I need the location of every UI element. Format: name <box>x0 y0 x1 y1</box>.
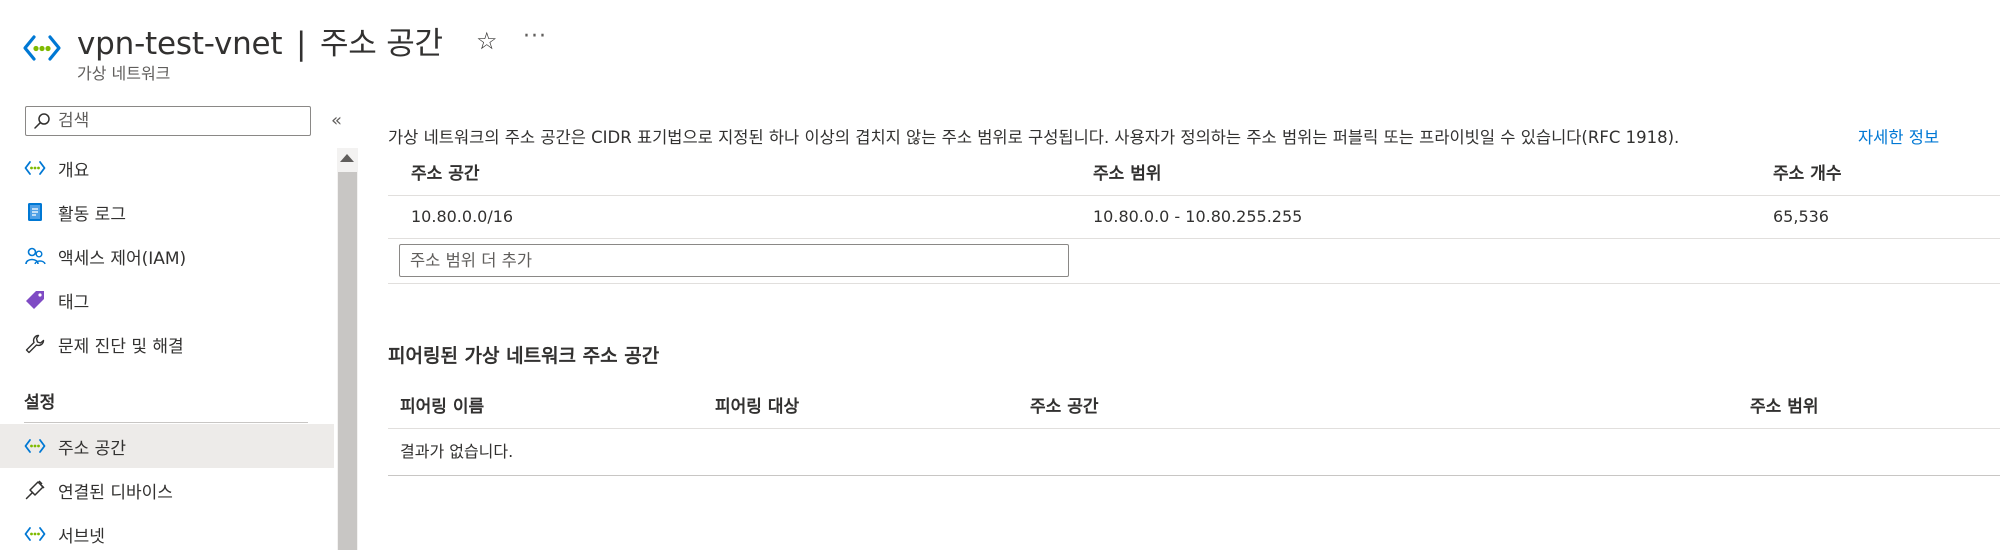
vnet-icon <box>23 35 61 61</box>
table-divider <box>388 475 2000 476</box>
sidebar-item-label: 태그 <box>58 292 90 313</box>
section-header-settings: 설정 <box>24 393 56 413</box>
sidebar-item-label: 개요 <box>58 160 90 181</box>
cell-address-count: 65,536 <box>1773 207 1829 226</box>
intro-text: 가상 네트워크의 주소 공간은 CIDR 표기법으로 지정된 하나 이상의 겹치… <box>388 128 1680 147</box>
search-icon <box>34 113 50 129</box>
sidebar-item-diagnose[interactable]: 문제 진단 및 해결 <box>0 322 334 366</box>
vnet-icon <box>24 439 46 453</box>
iam-icon <box>25 247 46 265</box>
sidebar-item-activity-log[interactable]: 활동 로그 <box>0 190 334 234</box>
peered-section-title: 피어링된 가상 네트워크 주소 공간 <box>388 345 660 367</box>
column-header-address-space: 주소 공간 <box>411 164 480 184</box>
sidebar-item-subnets[interactable]: 서브넷 <box>0 512 334 556</box>
table-divider <box>388 238 2000 239</box>
sidebar-scroll-thumb[interactable] <box>338 172 357 550</box>
favorite-star-icon[interactable]: ☆ <box>476 27 498 55</box>
column-header-address-count: 주소 개수 <box>1773 164 1842 184</box>
add-address-range-input[interactable] <box>410 247 1060 274</box>
sidebar-item-label: 문제 진단 및 해결 <box>58 336 184 357</box>
page-title: vpn-test-vnet | 주소 공간 <box>77 18 443 63</box>
sidebar-item-iam[interactable]: 액세스 제어(IAM) <box>0 234 334 278</box>
resource-name: vpn-test-vnet <box>77 26 283 62</box>
column-header-peered-address-range: 주소 범위 <box>1750 397 1819 417</box>
sidebar-item-overview[interactable]: 개요 <box>0 146 334 190</box>
cell-address-range: 10.80.0.0 - 10.80.255.255 <box>1093 207 1303 226</box>
section-divider <box>24 422 308 423</box>
sidebar-item-label: 활동 로그 <box>58 204 126 225</box>
activity-log-icon <box>28 203 42 221</box>
blade-name: 주소 공간 <box>319 26 443 62</box>
sidebar-search-input[interactable] <box>58 108 304 134</box>
sidebar-item-label: 주소 공간 <box>58 438 126 459</box>
cell-address-space: 10.80.0.0/16 <box>411 207 514 226</box>
resource-type: 가상 네트워크 <box>77 64 171 83</box>
sidebar-item-address-space[interactable]: 주소 공간 <box>0 424 334 468</box>
table-divider <box>388 428 2000 429</box>
sidebar-item-label: 연결된 디바이스 <box>58 482 173 503</box>
sidebar-item-connected-devices[interactable]: 연결된 디바이스 <box>0 468 334 512</box>
learn-more-link[interactable]: 자세한 정보 <box>1858 124 1939 148</box>
column-header-peering-name: 피어링 이름 <box>400 397 485 417</box>
scroll-up-arrow-icon[interactable] <box>340 154 354 162</box>
collapse-sidebar-button[interactable]: « <box>331 110 342 131</box>
wrench-icon <box>25 334 45 354</box>
plug-icon <box>25 480 45 500</box>
empty-results-text: 결과가 없습니다. <box>400 442 514 461</box>
vnet-icon <box>24 527 46 541</box>
title-separator: | <box>296 26 307 62</box>
column-header-peered-address-space: 주소 공간 <box>1030 397 1099 417</box>
table-divider <box>388 283 2000 284</box>
sidebar-item-label: 액세스 제어(IAM) <box>58 248 187 269</box>
column-header-peering-target: 피어링 대상 <box>715 397 800 417</box>
sidebar-item-label: 서브넷 <box>58 526 105 547</box>
vnet-icon <box>24 161 46 175</box>
column-header-address-range: 주소 범위 <box>1093 164 1162 184</box>
table-divider <box>388 195 2000 196</box>
tag-icon <box>26 291 44 309</box>
sidebar-item-tags[interactable]: 태그 <box>0 278 334 322</box>
more-actions-icon[interactable]: ··· <box>523 24 547 49</box>
